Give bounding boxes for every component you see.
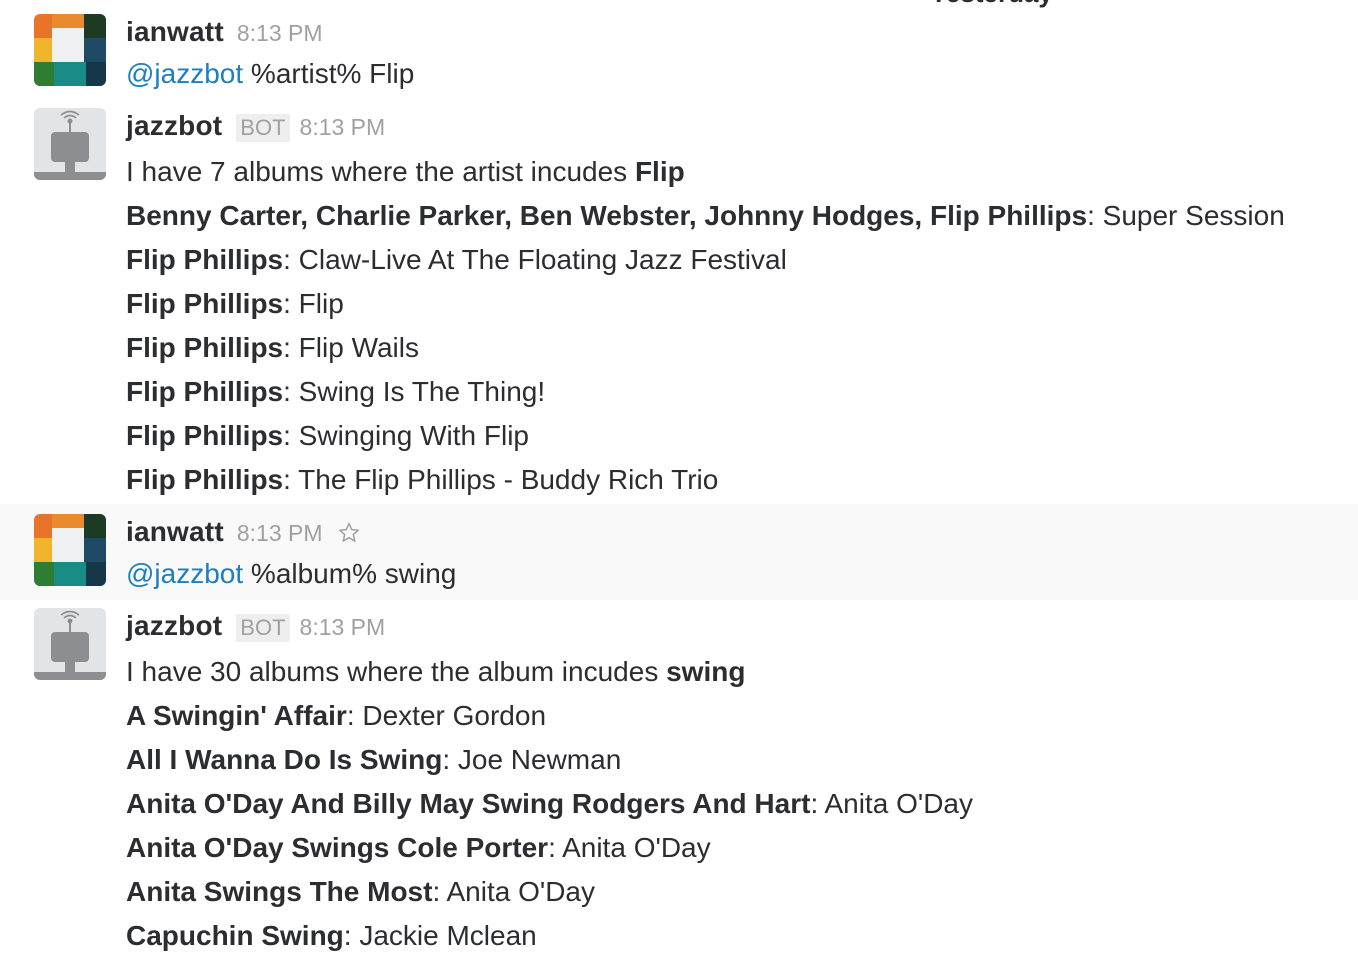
result-artist: Flip Phillips — [126, 288, 284, 319]
result-artist: : Anita O'Day — [810, 788, 973, 819]
avatar-ianwatt-image — [34, 514, 106, 586]
message-text: %artist% Flip — [243, 58, 415, 89]
result-artist: : Anita O'Day — [548, 832, 711, 863]
result-album: : Swinging With Flip — [283, 420, 529, 451]
message-jazzbot-2: jazzbot BOT 8:13 PM I have 30 albums whe… — [0, 600, 1358, 956]
message-header: ianwatt 8:13 PM — [126, 516, 361, 552]
result-album: Capuchin Swing — [126, 920, 344, 951]
avatar-ianwatt[interactable] — [34, 14, 106, 86]
result-row: Anita Swings The Most: Anita O'Day — [126, 874, 595, 910]
result-album: : Flip Wails — [283, 332, 419, 363]
message-intro: I have 30 albums where the album incudes… — [126, 654, 745, 690]
result-album: : Claw-Live At The Floating Jazz Festiva… — [283, 244, 787, 275]
timestamp[interactable]: 8:13 PM — [237, 20, 323, 47]
result-row: Anita O'Day And Billy May Swing Rodgers … — [126, 786, 973, 822]
message-body: @jazzbot %album% swing — [126, 556, 456, 592]
intro-text: I have 7 albums where the artist incudes — [126, 156, 635, 187]
message-ianwatt-1: ianwatt 8:13 PM @jazzbot %artist% Flip — [0, 0, 1358, 100]
result-row: Anita O'Day Swings Cole Porter: Anita O'… — [126, 830, 711, 866]
result-row: All I Wanna Do Is Swing: Joe Newman — [126, 742, 621, 778]
timestamp[interactable]: 8:13 PM — [237, 520, 323, 547]
result-artist: Flip Phillips — [126, 464, 284, 495]
result-row: Flip Phillips: Swinging With Flip — [126, 418, 529, 454]
result-row: Flip Phillips: Claw-Live At The Floating… — [126, 242, 787, 278]
username[interactable]: ianwatt — [126, 516, 224, 548]
username[interactable]: jazzbot — [126, 610, 222, 642]
result-row: Flip Phillips: The Flip Phillips - Buddy… — [126, 462, 718, 498]
avatar-ianwatt[interactable] — [34, 514, 106, 586]
username[interactable]: jazzbot — [126, 110, 222, 142]
intro-text: I have 30 albums where the album incudes — [126, 656, 667, 687]
result-artist: : Anita O'Day — [432, 876, 595, 907]
result-row: A Swingin' Affair: Dexter Gordon — [126, 698, 546, 734]
result-album: Anita O'Day And Billy May Swing Rodgers … — [126, 788, 811, 819]
message-jazzbot-1: jazzbot BOT 8:13 PM I have 7 albums wher… — [0, 100, 1358, 504]
avatar-jazzbot[interactable] — [34, 108, 106, 180]
mention-link[interactable]: @jazzbot — [126, 58, 243, 89]
result-artist: Benny Carter, Charlie Parker, Ben Webste… — [126, 200, 1088, 231]
bot-badge: BOT — [236, 114, 290, 142]
result-album: Anita O'Day Swings Cole Porter — [126, 832, 549, 863]
intro-query: Flip — [634, 156, 685, 187]
result-album: All I Wanna Do Is Swing — [126, 744, 443, 775]
mention-link[interactable]: @jazzbot — [126, 558, 243, 589]
username[interactable]: ianwatt — [126, 16, 224, 48]
result-album: Anita Swings The Most — [126, 876, 433, 907]
message-header: jazzbot BOT 8:13 PM — [126, 110, 385, 146]
result-artist: Flip Phillips — [126, 332, 284, 363]
timestamp[interactable]: 8:13 PM — [300, 114, 386, 141]
result-album: : The Flip Phillips - Buddy Rich Trio — [283, 464, 719, 495]
result-artist: Flip Phillips — [126, 244, 284, 275]
result-artist: : Joe Newman — [442, 744, 622, 775]
result-album: A Swingin' Affair — [126, 700, 347, 731]
result-album: : Super Session — [1087, 200, 1285, 231]
result-row: Benny Carter, Charlie Parker, Ben Webste… — [126, 198, 1285, 234]
result-artist: : Dexter Gordon — [346, 700, 547, 731]
message-pane: Yesterday ianwatt 8:13 PM @jazzbot %arti… — [0, 0, 1358, 956]
result-row: Capuchin Swing: Jackie Mclean — [126, 918, 537, 954]
message-body: @jazzbot %artist% Flip — [126, 56, 414, 92]
star-outline-icon[interactable] — [337, 521, 361, 545]
result-artist: Flip Phillips — [126, 376, 284, 407]
robot-icon — [34, 108, 106, 180]
avatar-jazzbot[interactable] — [34, 608, 106, 680]
robot-icon — [34, 608, 106, 680]
result-row: Flip Phillips: Swing Is The Thing! — [126, 374, 545, 410]
result-artist: Flip Phillips — [126, 420, 284, 451]
avatar-ianwatt-image — [34, 14, 106, 86]
message-header: jazzbot BOT 8:13 PM — [126, 610, 385, 646]
result-row: Flip Phillips: Flip — [126, 286, 344, 322]
result-album: : Flip — [283, 288, 344, 319]
message-intro: I have 7 albums where the artist incudes… — [126, 154, 685, 190]
result-artist: : Jackie Mclean — [343, 920, 537, 951]
timestamp[interactable]: 8:13 PM — [300, 614, 386, 641]
bot-badge: BOT — [236, 614, 290, 642]
result-row: Flip Phillips: Flip Wails — [126, 330, 419, 366]
message-text: %album% swing — [243, 558, 457, 589]
message-ianwatt-2[interactable]: ianwatt 8:13 PM @jazzbot %album% swing — [0, 504, 1358, 600]
result-album: : Swing Is The Thing! — [283, 376, 546, 407]
intro-query: swing — [666, 656, 746, 687]
message-header: ianwatt 8:13 PM — [126, 16, 323, 52]
